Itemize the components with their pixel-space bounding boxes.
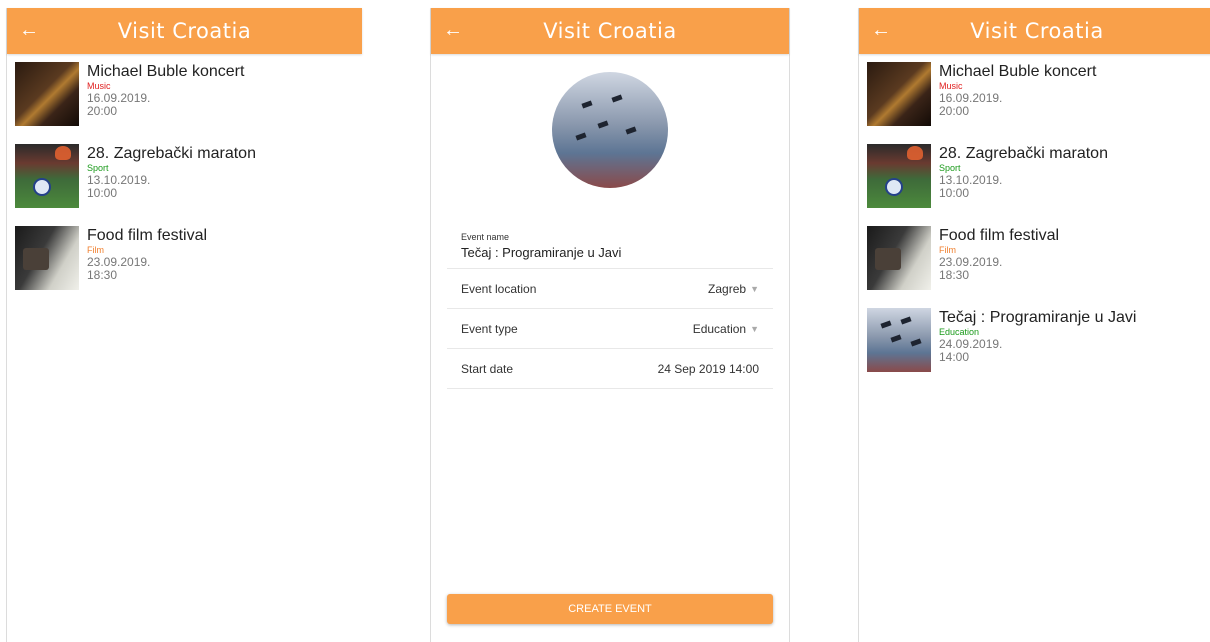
event-name: Food film festival [939, 227, 1060, 244]
list-item[interactable]: Tečaj : Programiranje u Javi Education 2… [859, 308, 1210, 374]
screen-event-list-updated: ← Visit Croatia Michael Buble koncert Mu… [858, 8, 1210, 642]
event-date: 16.09.2019. [87, 91, 151, 105]
event-time: 10:00 [87, 186, 118, 200]
start-date-value: 24 Sep 2019 14:00 [657, 361, 759, 376]
app-bar: ← Visit Croatia [859, 8, 1210, 54]
dropdown-caret-icon: ▼ [750, 283, 759, 294]
create-event-button[interactable]: CREATE EVENT [447, 594, 773, 624]
event-name: Michael Buble koncert [939, 63, 1097, 80]
event-image[interactable] [552, 72, 668, 188]
event-thumbnail-film [15, 226, 79, 290]
event-name: Food film festival [87, 227, 208, 244]
event-time: 20:00 [939, 104, 970, 118]
start-date-label: Start date [461, 361, 514, 376]
event-name-field[interactable]: Event name Tečaj : Programiranje u Javi [447, 230, 773, 269]
event-type-value: Education [692, 321, 747, 336]
event-type: Music [939, 81, 963, 91]
event-type: Film [87, 245, 104, 255]
event-name-value[interactable]: Tečaj : Programiranje u Javi [461, 245, 773, 260]
screen-create-event: ← Visit Croatia Event name Tečaj : Progr… [430, 8, 790, 642]
app-bar: ← Visit Croatia [7, 8, 362, 54]
start-date-picker[interactable]: Start date 24 Sep 2019 14:00 [447, 349, 773, 389]
event-date: 24.09.2019. [939, 337, 1003, 351]
event-thumbnail-sport [15, 144, 79, 208]
list-item[interactable]: 28. Zagrebački maraton Sport 13.10.2019.… [7, 144, 362, 210]
event-thumbnail-education [867, 308, 931, 372]
event-name: Michael Buble koncert [87, 63, 245, 80]
event-time: 18:30 [939, 268, 970, 282]
list-item[interactable]: Food film festival Film 23.09.2019. 18:3… [859, 226, 1210, 292]
event-type: Education [939, 327, 980, 337]
event-location-value: Zagreb [708, 281, 747, 296]
event-date: 23.09.2019. [939, 255, 1003, 269]
event-type: Music [87, 81, 111, 91]
event-type-select[interactable]: Event type Education ▼ [447, 309, 773, 349]
event-date: 13.10.2019. [939, 173, 1003, 187]
event-thumbnail-music [15, 62, 79, 126]
event-type: Sport [87, 163, 109, 173]
list-item[interactable]: 28. Zagrebački maraton Sport 13.10.2019.… [859, 144, 1210, 210]
event-list: Michael Buble koncert Music 16.09.2019. … [7, 54, 362, 292]
event-location-select[interactable]: Event location Zagreb ▼ [447, 269, 773, 309]
event-image-wrap [431, 54, 789, 208]
event-form: Event name Tečaj : Programiranje u Javi … [447, 230, 773, 389]
event-name-label: Event name [461, 232, 510, 242]
app-title: Visit Croatia [117, 19, 252, 43]
event-type-label: Event type [461, 321, 518, 336]
event-type: Film [939, 245, 956, 255]
event-thumbnail-sport [867, 144, 931, 208]
event-time: 20:00 [87, 104, 118, 118]
event-name: 28. Zagrebački maraton [939, 145, 1108, 162]
event-time: 10:00 [939, 186, 970, 200]
dropdown-caret-icon: ▼ [750, 323, 759, 334]
list-item[interactable]: Food film festival Film 23.09.2019. 18:3… [7, 226, 362, 292]
event-time: 14:00 [939, 350, 970, 364]
list-item[interactable]: Michael Buble koncert Music 16.09.2019. … [859, 62, 1210, 128]
event-location-label: Event location [461, 281, 537, 296]
list-item[interactable]: Michael Buble koncert Music 16.09.2019. … [7, 62, 362, 128]
app-title: Visit Croatia [970, 19, 1104, 43]
event-thumbnail-film [867, 226, 931, 290]
app-bar: ← Visit Croatia [431, 8, 789, 54]
event-thumbnail-music [867, 62, 931, 126]
event-date: 16.09.2019. [939, 91, 1003, 105]
event-date: 23.09.2019. [87, 255, 151, 269]
event-list: Michael Buble koncert Music 16.09.2019. … [859, 54, 1210, 374]
event-name: Tečaj : Programiranje u Javi [939, 309, 1137, 326]
event-date: 13.10.2019. [87, 173, 151, 187]
event-time: 18:30 [87, 268, 118, 282]
event-name: 28. Zagrebački maraton [87, 145, 256, 162]
app-title: Visit Croatia [543, 19, 677, 43]
event-type: Sport [939, 163, 961, 173]
screen-event-list: ← Visit Croatia Michael Buble koncert Mu… [6, 8, 362, 642]
